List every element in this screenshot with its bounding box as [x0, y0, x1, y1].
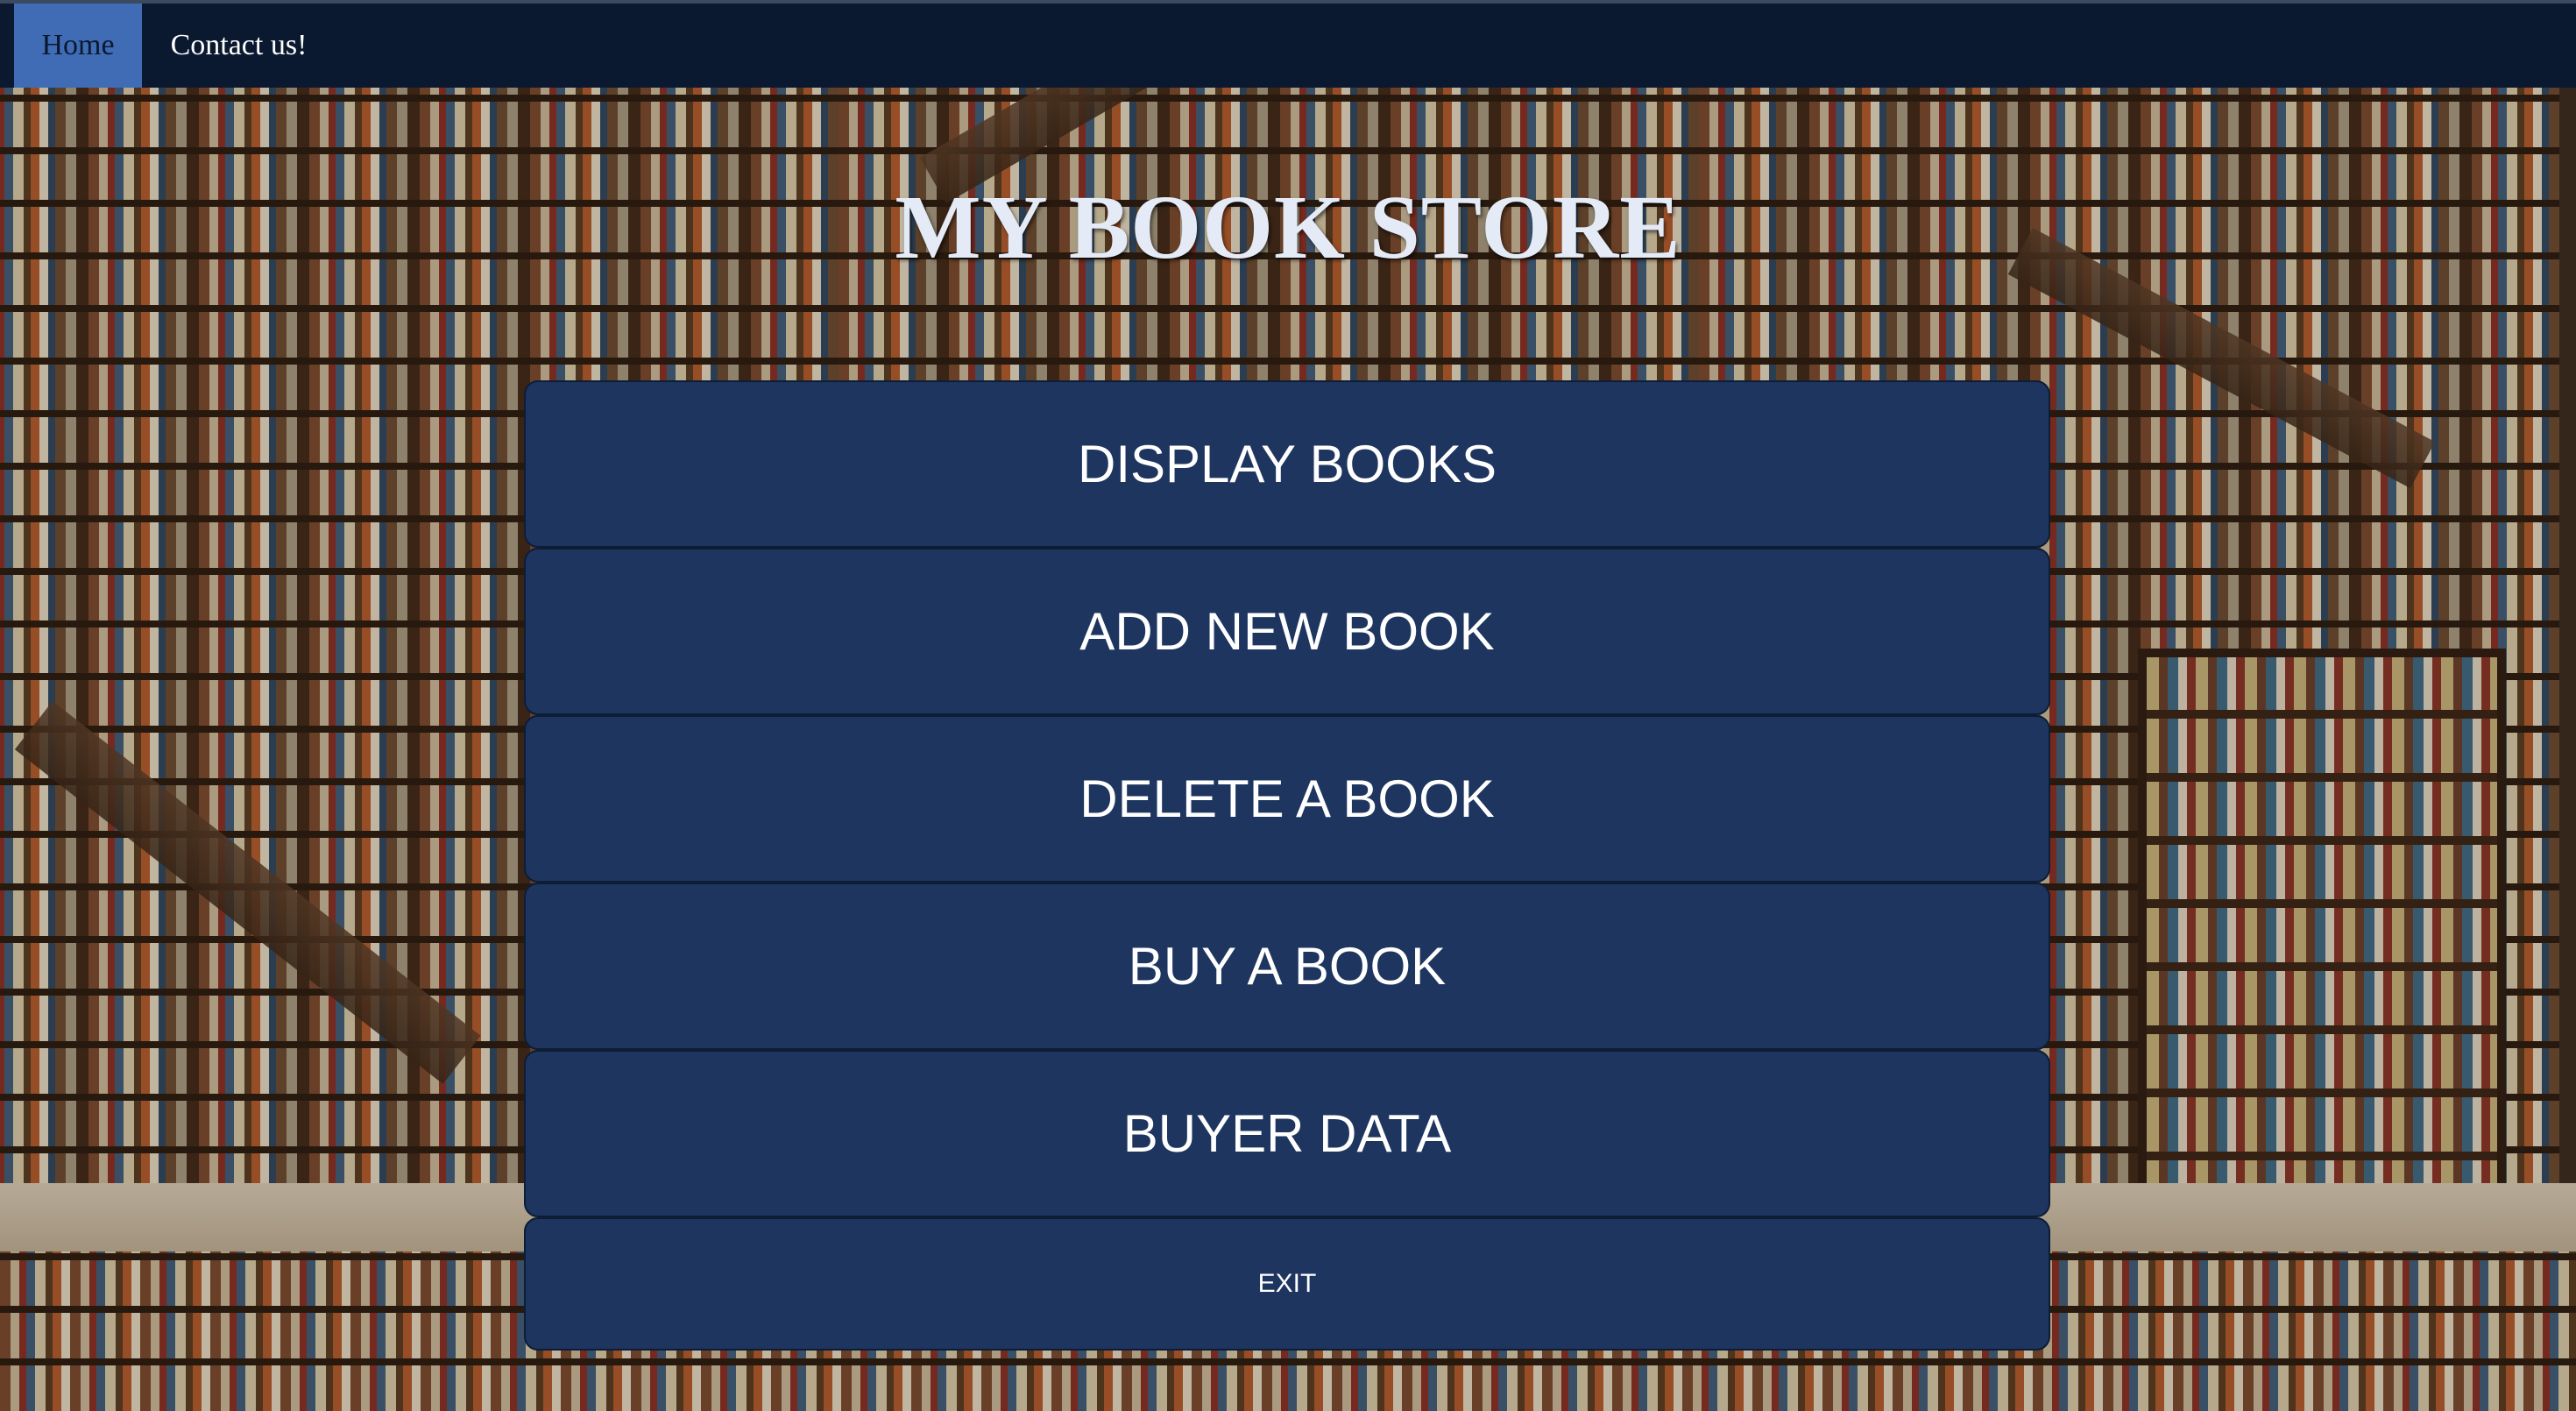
- buy-book-button[interactable]: BUY A BOOK: [524, 883, 2050, 1050]
- nav-home-link[interactable]: Home: [14, 4, 142, 88]
- page-title: MY BOOK STORE: [895, 177, 1681, 278]
- top-navbar: Home Contact us!: [0, 0, 2576, 88]
- display-books-button[interactable]: DISPLAY BOOKS: [524, 380, 2050, 548]
- buyer-data-button[interactable]: BUYER DATA: [524, 1050, 2050, 1217]
- main-menu: DISPLAY BOOKS ADD NEW BOOK DELETE A BOOK…: [524, 380, 2050, 1351]
- exit-button[interactable]: EXIT: [524, 1217, 2050, 1351]
- add-new-book-button[interactable]: ADD NEW BOOK: [524, 548, 2050, 715]
- nav-contact-link[interactable]: Contact us!: [149, 4, 329, 88]
- delete-book-button[interactable]: DELETE A BOOK: [524, 715, 2050, 883]
